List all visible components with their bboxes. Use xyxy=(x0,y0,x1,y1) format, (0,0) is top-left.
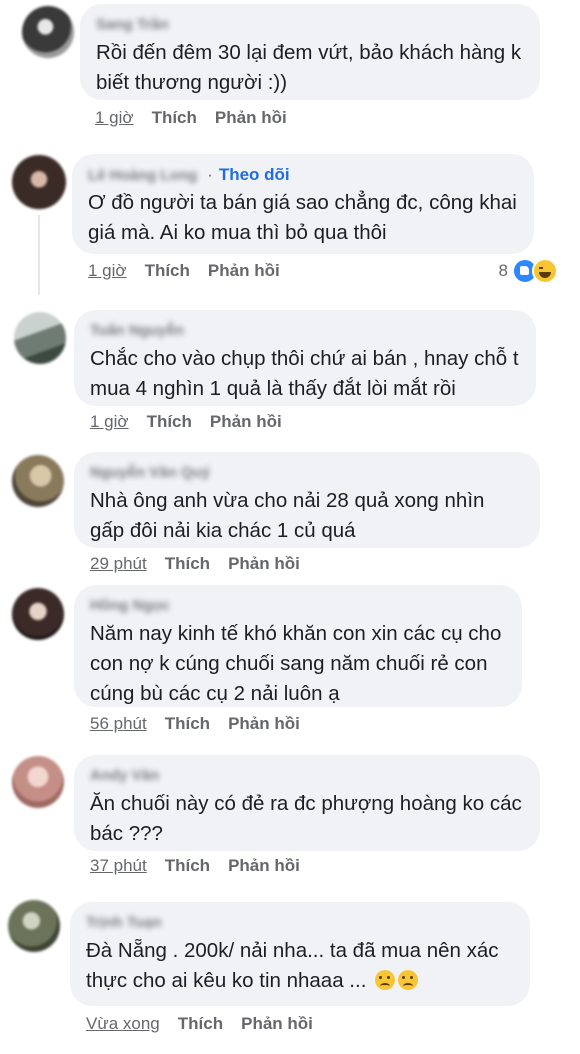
reply-button[interactable]: Phản hồi xyxy=(215,108,287,127)
reply-button[interactable]: Phản hồi xyxy=(241,1014,313,1033)
follow-link[interactable]: · Theo dõi xyxy=(207,165,290,184)
comment-time[interactable]: 1 giờ xyxy=(95,108,134,127)
comment-text: Nhà ông anh vừa cho nải 28 quả xong nhìn… xyxy=(90,489,485,542)
comment-author[interactable]: Tuấn Nguyễn xyxy=(90,321,184,341)
avatar[interactable] xyxy=(8,900,60,952)
comment-actions: 29 phút Thích Phản hồi xyxy=(90,554,300,574)
avatar[interactable] xyxy=(12,155,66,209)
comment-time[interactable]: 1 giờ xyxy=(90,412,129,431)
comment-time[interactable]: 37 phút xyxy=(90,856,147,875)
comment-actions: 1 giờ Thích Phản hồi xyxy=(90,412,282,432)
comment-bubble: Hồng Ngọc Năm nay kinh tế khó khăn con x… xyxy=(74,585,522,707)
reply-button[interactable]: Phản hồi xyxy=(210,412,282,431)
comment-author[interactable]: Sang Trần xyxy=(96,15,169,35)
reply-button[interactable]: Phản hồi xyxy=(228,714,300,733)
comment-time[interactable]: 1 giờ xyxy=(88,261,127,280)
avatar[interactable] xyxy=(14,312,66,364)
avatar[interactable] xyxy=(12,455,64,507)
avatar[interactable] xyxy=(12,588,64,640)
comment-bubble: Trịnh Tuạn Đà Nẵng . 200k/ nải nha... ta… xyxy=(70,902,530,1006)
comment-time[interactable]: 29 phút xyxy=(90,554,147,573)
comment-author[interactable]: Andy Văn xyxy=(90,766,159,786)
comments-page: Sang Trần Rồi đến đêm 30 lại đem vứt, bả… xyxy=(0,0,580,1054)
comment-text: Năm nay kinh tế khó khăn con xin các cụ … xyxy=(90,622,502,705)
comment-time[interactable]: 56 phút xyxy=(90,714,147,733)
comment-actions: 56 phút Thích Phản hồi xyxy=(90,714,300,734)
comment-bubble: Tuấn Nguyễn Chắc cho vào chụp thôi chứ a… xyxy=(74,310,536,406)
like-button[interactable]: Thích xyxy=(147,412,192,431)
reaction-count: 8 xyxy=(498,261,508,280)
avatar[interactable] xyxy=(12,756,64,808)
comment-text: Ơ đồ người ta bán giá sao chẳng đc, công… xyxy=(88,191,517,244)
comment-actions: Vừa xong Thích Phản hồi xyxy=(86,1014,313,1034)
comment-actions: 37 phút Thích Phản hồi xyxy=(90,856,300,876)
like-button[interactable]: Thích xyxy=(165,554,210,573)
comment-author[interactable]: Lê Hoàng Long xyxy=(88,166,197,186)
comment-actions: 1 giờ Thích Phản hồi xyxy=(95,108,287,128)
reaction-summary[interactable]: 8 xyxy=(499,258,558,284)
haha-icon xyxy=(532,258,558,284)
reply-button[interactable]: Phản hồi xyxy=(228,856,300,875)
like-button[interactable]: Thích xyxy=(145,261,190,280)
crying-emoji-icon xyxy=(398,970,419,990)
like-button[interactable]: Thích xyxy=(165,856,210,875)
comment-bubble: Sang Trần Rồi đến đêm 30 lại đem vứt, bả… xyxy=(80,4,540,100)
comment-actions: 1 giờ Thích Phản hồi xyxy=(88,261,280,281)
comment-text: Ăn chuối này có đẻ ra đc phượng hoàng ko… xyxy=(90,792,522,845)
comment-author[interactable]: Nguyễn Văn Quý xyxy=(90,463,210,483)
comment-author[interactable]: Hồng Ngọc xyxy=(90,596,170,616)
comment-text: Chắc cho vào chụp thôi chứ ai bán , hnay… xyxy=(90,347,519,400)
like-button[interactable]: Thích xyxy=(178,1014,223,1033)
comment-bubble: Andy Văn Ăn chuối này có đẻ ra đc phượng… xyxy=(74,755,540,851)
comment-author[interactable]: Trịnh Tuạn xyxy=(86,913,162,933)
like-button[interactable]: Thích xyxy=(165,714,210,733)
crying-emoji-icon xyxy=(375,970,396,990)
reply-button[interactable]: Phản hồi xyxy=(228,554,300,573)
comment-bubble: Nguyễn Văn Quý Nhà ông anh vừa cho nải 2… xyxy=(74,452,540,548)
avatar[interactable] xyxy=(22,6,74,58)
comment-text: Đà Nẵng . 200k/ nải nha... ta đã mua nên… xyxy=(86,939,499,992)
thread-line xyxy=(38,215,40,295)
comment-bubble: Lê Hoàng Long · Theo dõi Ơ đồ người ta bán… xyxy=(72,154,534,254)
reply-button[interactable]: Phản hồi xyxy=(208,261,280,280)
comment-text: Rồi đến đêm 30 lại đem vứt, bảo khách hà… xyxy=(96,41,522,94)
comment-time[interactable]: Vừa xong xyxy=(86,1014,160,1033)
like-button[interactable]: Thích xyxy=(152,108,197,127)
